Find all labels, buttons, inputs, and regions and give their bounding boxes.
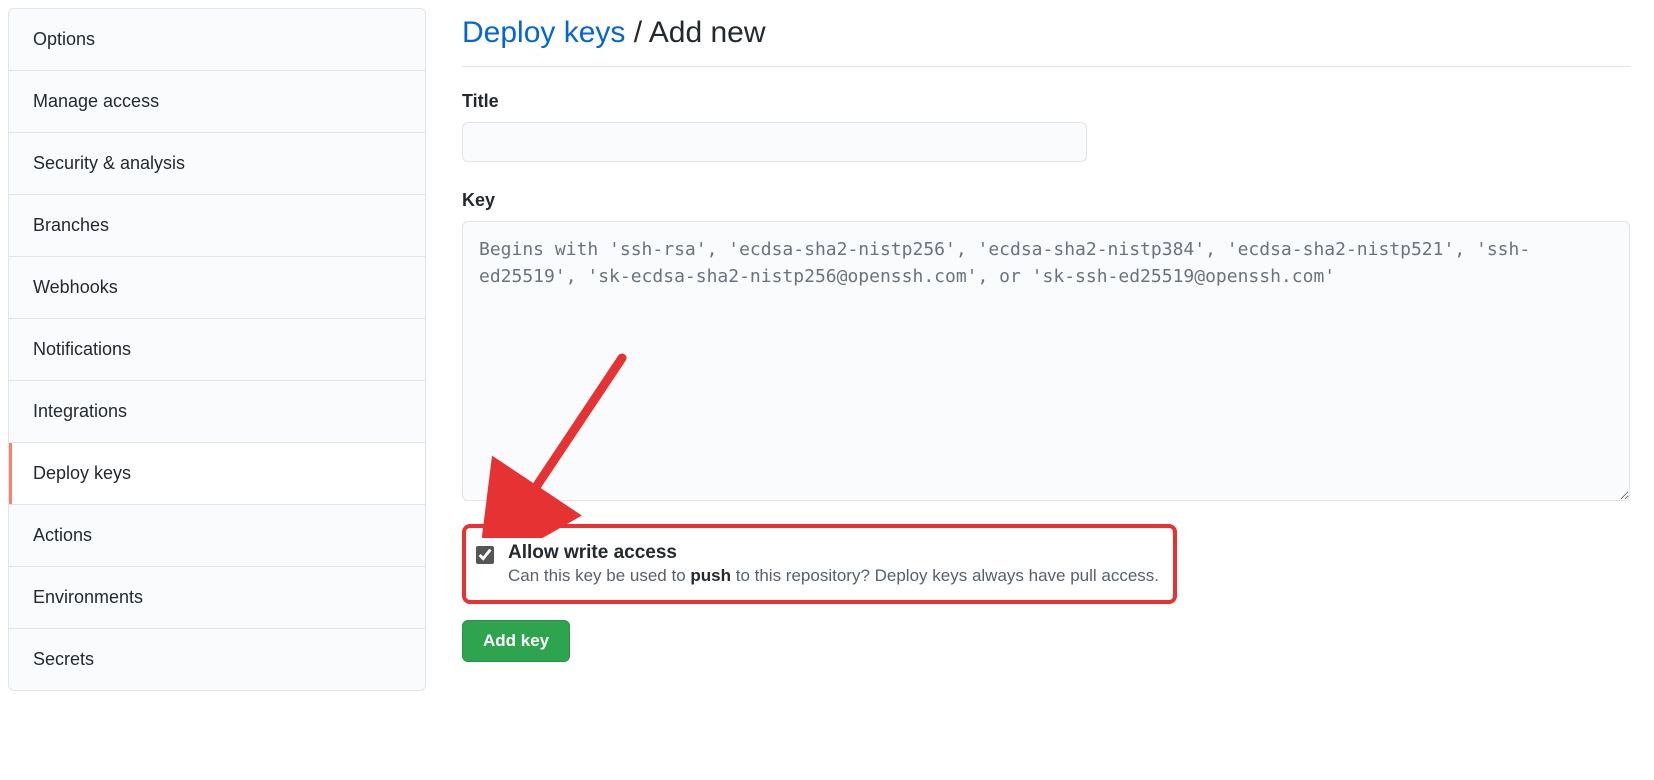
- sidebar-item-label: Deploy keys: [33, 463, 131, 483]
- sidebar-item-deploy-keys[interactable]: Deploy keys: [9, 443, 425, 505]
- sidebar-item-integrations[interactable]: Integrations: [9, 381, 425, 443]
- key-label: Key: [462, 190, 1630, 211]
- page-header: Deploy keys / Add new: [462, 16, 1630, 67]
- breadcrumb-current: Add new: [649, 16, 766, 49]
- sidebar-item-label: Integrations: [33, 401, 127, 421]
- sidebar-item-options[interactable]: Options: [9, 9, 425, 71]
- add-key-button[interactable]: Add key: [462, 620, 570, 662]
- sidebar-item-label: Branches: [33, 215, 109, 235]
- sidebar-item-notifications[interactable]: Notifications: [9, 319, 425, 381]
- sidebar-item-secrets[interactable]: Secrets: [9, 629, 425, 690]
- sidebar-item-label: Security & analysis: [33, 153, 185, 173]
- title-label: Title: [462, 91, 1630, 112]
- sidebar-item-label: Options: [33, 29, 95, 49]
- allow-write-access-label: Allow write access: [508, 542, 1159, 564]
- allow-write-access-desc: Can this key be used to push to this rep…: [508, 566, 1159, 586]
- sidebar-item-branches[interactable]: Branches: [9, 195, 425, 257]
- sidebar-item-manage-access[interactable]: Manage access: [9, 71, 425, 133]
- settings-sidebar: Options Manage access Security & analysi…: [8, 8, 426, 691]
- sidebar-item-actions[interactable]: Actions: [9, 505, 425, 567]
- sidebar-item-label: Secrets: [33, 649, 94, 669]
- sidebar-item-label: Environments: [33, 587, 143, 607]
- allow-write-access-highlight: Allow write access Can this key be used …: [462, 524, 1177, 604]
- title-input[interactable]: [462, 122, 1087, 162]
- breadcrumb-sep: /: [625, 16, 648, 49]
- key-textarea[interactable]: [462, 221, 1630, 501]
- sidebar-item-environments[interactable]: Environments: [9, 567, 425, 629]
- sidebar-item-label: Notifications: [33, 339, 131, 359]
- sidebar-item-label: Webhooks: [33, 277, 118, 297]
- sidebar-item-label: Manage access: [33, 91, 159, 111]
- sidebar-item-label: Actions: [33, 525, 92, 545]
- sidebar-item-security-analysis[interactable]: Security & analysis: [9, 133, 425, 195]
- breadcrumb-link[interactable]: Deploy keys: [462, 16, 625, 49]
- allow-write-access-checkbox[interactable]: [476, 546, 494, 564]
- main-content: Deploy keys / Add new Title Key Allow wr…: [462, 8, 1646, 691]
- allow-write-access-text: Allow write access Can this key be used …: [508, 542, 1159, 586]
- sidebar-item-webhooks[interactable]: Webhooks: [9, 257, 425, 319]
